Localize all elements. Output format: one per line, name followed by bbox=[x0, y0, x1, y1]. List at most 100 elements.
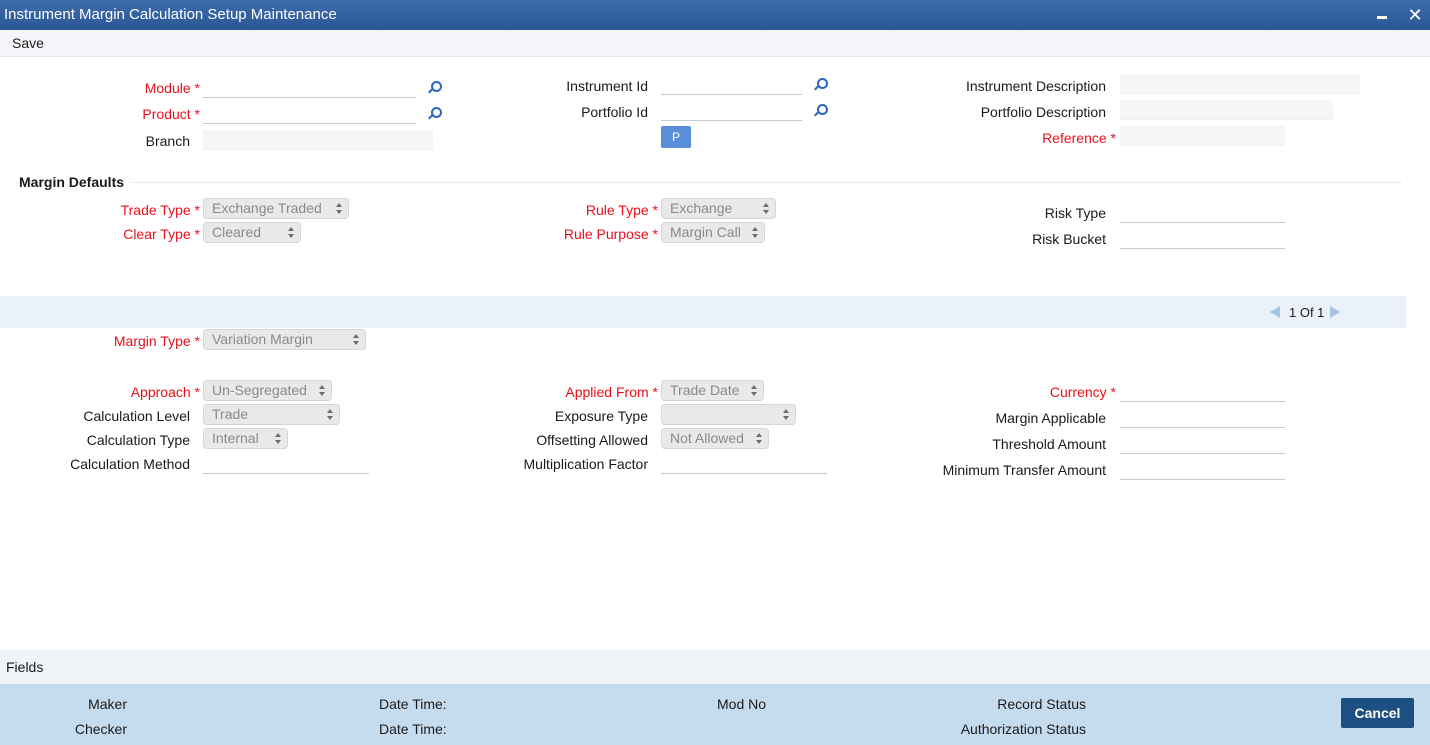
margin-type-select[interactable]: Variation Margin bbox=[203, 329, 366, 350]
record-status-label: Record Status bbox=[997, 696, 1086, 712]
instrument-id-search-icon[interactable] bbox=[813, 78, 828, 92]
trade-type-value: Exchange Traded bbox=[212, 200, 322, 216]
calculation-level-value: Trade bbox=[212, 406, 249, 422]
reference-field bbox=[1120, 126, 1285, 146]
rule-type-value: Exchange bbox=[670, 200, 733, 216]
calculation-type-select[interactable]: Internal bbox=[203, 428, 288, 449]
offsetting-allowed-value: Not Allowed bbox=[670, 430, 744, 446]
multiplication-factor-label: Multiplication Factor bbox=[523, 456, 649, 472]
offsetting-allowed-label: Offsetting Allowed bbox=[536, 432, 648, 448]
instrument-id-label: Instrument Id bbox=[566, 78, 648, 94]
select-arrows-icon bbox=[751, 384, 757, 398]
authorization-status-label: Authorization Status bbox=[960, 721, 1086, 737]
applied-from-select[interactable]: Trade Date bbox=[661, 380, 764, 401]
calculation-method-label: Calculation Method bbox=[70, 456, 190, 472]
reference-label: Reference bbox=[1042, 130, 1116, 146]
rule-purpose-value: Margin Call bbox=[670, 224, 741, 240]
select-arrows-icon bbox=[275, 432, 281, 446]
section-divider bbox=[15, 182, 1402, 183]
offsetting-allowed-select[interactable]: Not Allowed bbox=[661, 428, 769, 449]
trade-type-label: Trade Type bbox=[121, 202, 200, 218]
instrument-description-field bbox=[1120, 74, 1360, 94]
applied-from-value: Trade Date bbox=[670, 382, 740, 398]
rule-type-select[interactable]: Exchange bbox=[661, 198, 776, 219]
exposure-type-select[interactable] bbox=[661, 404, 796, 425]
next-record-icon[interactable] bbox=[1330, 306, 1340, 318]
risk-type-input[interactable] bbox=[1120, 203, 1285, 223]
select-arrows-icon bbox=[756, 432, 762, 446]
calculation-type-value: Internal bbox=[212, 430, 259, 446]
close-icon[interactable]: ✕ bbox=[1404, 3, 1426, 27]
module-search-icon[interactable] bbox=[427, 81, 442, 95]
clear-type-select[interactable]: Cleared bbox=[203, 222, 301, 243]
approach-label: Approach bbox=[131, 384, 200, 400]
checker-label: Checker bbox=[74, 721, 127, 737]
module-input[interactable] bbox=[203, 78, 416, 98]
fields-band: Fields bbox=[0, 650, 1430, 684]
minimize-icon[interactable] bbox=[1371, 3, 1393, 27]
margin-applicable-label: Margin Applicable bbox=[995, 410, 1106, 426]
threshold-amount-input[interactable] bbox=[1120, 434, 1285, 454]
product-search-icon[interactable] bbox=[427, 107, 442, 121]
select-arrows-icon bbox=[752, 226, 758, 240]
applied-from-label: Applied From bbox=[565, 384, 658, 400]
branch-field bbox=[203, 130, 433, 150]
portfolio-id-input[interactable] bbox=[661, 101, 802, 121]
trade-type-select[interactable]: Exchange Traded bbox=[203, 198, 349, 219]
instrument-description-label: Instrument Description bbox=[965, 78, 1106, 94]
portfolio-p-button[interactable]: P bbox=[661, 126, 691, 148]
multiplication-factor-input[interactable] bbox=[661, 454, 827, 474]
select-arrows-icon bbox=[327, 408, 333, 422]
portfolio-description-field bbox=[1120, 100, 1333, 120]
risk-type-label: Risk Type bbox=[1044, 205, 1106, 221]
window-title: Instrument Margin Calculation Setup Main… bbox=[4, 6, 337, 23]
audit-footer bbox=[0, 684, 1430, 745]
maker-date-time-label: Date Time: bbox=[379, 696, 447, 712]
pager-band bbox=[0, 296, 1406, 328]
calculation-type-label: Calculation Type bbox=[86, 432, 190, 448]
exposure-type-label: Exposure Type bbox=[554, 408, 648, 424]
toolbar: Save bbox=[0, 30, 1430, 57]
select-arrows-icon bbox=[783, 408, 789, 422]
clear-type-label: Clear Type bbox=[123, 226, 200, 242]
instrument-id-input[interactable] bbox=[661, 75, 802, 95]
approach-select[interactable]: Un-Segregated bbox=[203, 380, 332, 401]
portfolio-id-label: Portfolio Id bbox=[581, 104, 648, 120]
branch-label: Branch bbox=[145, 133, 190, 149]
risk-bucket-label: Risk Bucket bbox=[1032, 231, 1106, 247]
rule-type-label: Rule Type bbox=[586, 202, 658, 218]
threshold-amount-label: Threshold Amount bbox=[992, 436, 1106, 452]
minimum-transfer-amount-input[interactable] bbox=[1120, 460, 1285, 480]
select-arrows-icon bbox=[763, 202, 769, 216]
margin-defaults-title: Margin Defaults bbox=[19, 174, 131, 190]
select-arrows-icon bbox=[353, 333, 359, 347]
product-input[interactable] bbox=[203, 104, 416, 124]
clear-type-value: Cleared bbox=[212, 224, 262, 240]
minimum-transfer-amount-label: Minimum Transfer Amount bbox=[942, 462, 1106, 478]
maker-label: Maker bbox=[88, 696, 127, 712]
portfolio-description-label: Portfolio Description bbox=[980, 104, 1106, 120]
save-button[interactable]: Save bbox=[12, 35, 44, 51]
checker-date-time-label: Date Time: bbox=[379, 721, 447, 737]
module-label: Module bbox=[145, 80, 200, 96]
mod-no-label: Mod No bbox=[717, 696, 767, 712]
rule-purpose-label: Rule Purpose bbox=[564, 226, 658, 242]
margin-type-label: Margin Type bbox=[114, 333, 200, 349]
margin-applicable-input[interactable] bbox=[1120, 408, 1285, 428]
cancel-button[interactable]: Cancel bbox=[1341, 698, 1414, 728]
record-counter: 1 Of 1 bbox=[1289, 305, 1325, 320]
product-label: Product bbox=[142, 106, 200, 122]
calculation-level-select[interactable]: Trade bbox=[203, 404, 340, 425]
currency-input[interactable] bbox=[1120, 382, 1285, 402]
calculation-method-input[interactable] bbox=[203, 454, 369, 474]
previous-record-icon[interactable] bbox=[1270, 306, 1280, 318]
fields-link[interactable]: Fields bbox=[6, 659, 43, 675]
approach-value: Un-Segregated bbox=[212, 382, 307, 398]
title-bar: Instrument Margin Calculation Setup Main… bbox=[0, 0, 1430, 30]
risk-bucket-input[interactable] bbox=[1120, 229, 1285, 249]
portfolio-id-search-icon[interactable] bbox=[813, 104, 828, 118]
rule-purpose-select[interactable]: Margin Call bbox=[661, 222, 765, 243]
calculation-level-label: Calculation Level bbox=[83, 408, 190, 424]
select-arrows-icon bbox=[319, 384, 325, 398]
currency-label: Currency bbox=[1050, 384, 1116, 400]
